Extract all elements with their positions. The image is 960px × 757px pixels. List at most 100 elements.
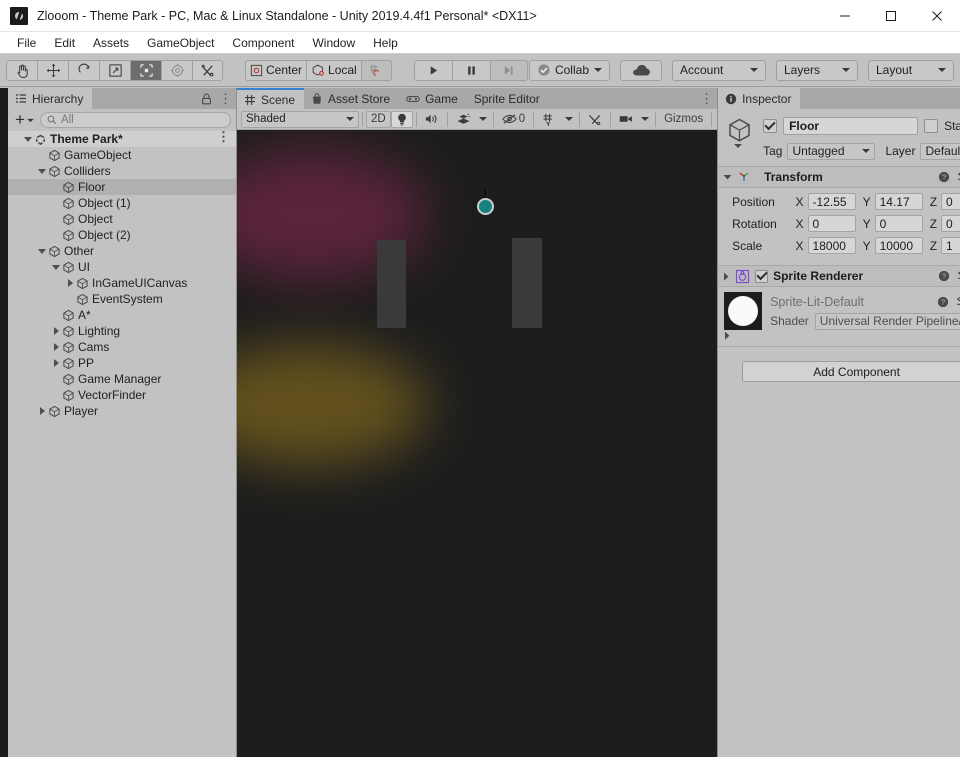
- transform-component-header[interactable]: Transform ? ⋮: [718, 166, 960, 188]
- step-button[interactable]: [489, 59, 528, 81]
- tab-asset-store[interactable]: Asset Store: [304, 88, 400, 109]
- hierarchy-search-input[interactable]: All: [39, 112, 231, 128]
- hierarchy-item[interactable]: Object (2): [8, 227, 236, 243]
- field-y[interactable]: 14.17: [874, 193, 923, 210]
- hierarchy-item[interactable]: GameObject: [8, 147, 236, 163]
- layout-button[interactable]: Layout: [868, 59, 954, 81]
- field-z[interactable]: 1: [941, 237, 960, 254]
- add-component-button[interactable]: Add Component: [742, 361, 960, 382]
- kebab-menu-icon[interactable]: ⋮: [217, 131, 230, 143]
- lock-icon[interactable]: [201, 93, 212, 105]
- hierarchy-item[interactable]: Object: [8, 211, 236, 227]
- preset-icon[interactable]: [956, 296, 960, 308]
- kebab-menu-icon[interactable]: ⋮: [700, 92, 713, 105]
- maximize-icon[interactable]: [868, 0, 914, 32]
- hierarchy-item[interactable]: Cams: [8, 339, 236, 355]
- scene-visibility-button[interactable]: 0: [497, 111, 530, 128]
- hierarchy-item[interactable]: Other: [8, 243, 236, 259]
- twisty[interactable]: [22, 136, 34, 142]
- menu-component[interactable]: Component: [223, 33, 303, 53]
- gameobject-name-input[interactable]: Floor: [783, 117, 919, 135]
- hierarchy-item[interactable]: PP: [8, 355, 236, 371]
- hierarchy-item[interactable]: InGameUICanvas: [8, 275, 236, 291]
- hierarchy-item[interactable]: Theme Park* ⋮: [8, 131, 236, 147]
- hierarchy-item[interactable]: Lighting: [8, 323, 236, 339]
- sprite-renderer-component-header[interactable]: Sprite Renderer ? ⋮: [718, 265, 960, 287]
- static-checkbox[interactable]: [924, 119, 939, 133]
- minimize-icon[interactable]: [822, 0, 868, 32]
- help-icon[interactable]: ?: [938, 171, 950, 183]
- twisty[interactable]: [50, 264, 62, 270]
- gizmos-button[interactable]: Gizmos: [659, 111, 708, 128]
- hierarchy-item[interactable]: Player: [8, 403, 236, 419]
- rotation-mode-button[interactable]: Local: [306, 59, 361, 81]
- field-x[interactable]: 18000: [807, 237, 856, 254]
- wall-left[interactable]: [377, 240, 406, 328]
- tab-inspector[interactable]: Inspector: [718, 88, 801, 109]
- field-y[interactable]: 10000: [874, 237, 923, 254]
- hierarchy-item[interactable]: A*: [8, 307, 236, 323]
- twisty[interactable]: [36, 248, 48, 254]
- menu-gameobject[interactable]: GameObject: [138, 33, 223, 53]
- field-x[interactable]: 0: [807, 215, 856, 232]
- gameobject-enabled-checkbox[interactable]: [763, 119, 778, 133]
- tab-game[interactable]: Game: [399, 88, 467, 109]
- pivot-mode-button[interactable]: Center: [245, 59, 307, 81]
- move-tool-button[interactable]: [37, 59, 68, 81]
- twisty[interactable]: [36, 168, 48, 174]
- hierarchy-item[interactable]: Object (1): [8, 195, 236, 211]
- chevron-right-icon[interactable]: [724, 331, 731, 340]
- field-z[interactable]: 0: [941, 215, 960, 232]
- wall-right[interactable]: [512, 238, 542, 328]
- rotate-tool-button[interactable]: [68, 59, 99, 81]
- scale-tool-button[interactable]: [99, 59, 130, 81]
- field-y[interactable]: 0: [874, 215, 923, 232]
- grid-snap-button[interactable]: [360, 59, 392, 81]
- close-icon[interactable]: [914, 0, 960, 32]
- play-button[interactable]: [413, 59, 452, 81]
- rect-transform-tool-button[interactable]: [130, 59, 161, 81]
- scene-effects-dropdown[interactable]: [476, 111, 490, 128]
- help-icon[interactable]: ?: [938, 270, 950, 282]
- kebab-menu-icon[interactable]: ⋮: [219, 92, 232, 105]
- hierarchy-item-selected[interactable]: Floor: [8, 179, 236, 195]
- hierarchy-item[interactable]: Colliders: [8, 163, 236, 179]
- tab-scene[interactable]: Scene: [237, 88, 305, 109]
- scene-camera-dropdown[interactable]: [638, 111, 652, 128]
- toggle-audio-button[interactable]: [420, 111, 444, 128]
- hierarchy-item[interactable]: VectorFinder: [8, 387, 236, 403]
- twisty[interactable]: [36, 407, 48, 415]
- hierarchy-tree[interactable]: Theme Park* ⋮ GameObject Colliders Floor Obje…: [8, 131, 236, 757]
- scene-grid-button[interactable]: [537, 111, 562, 128]
- menu-help[interactable]: Help: [364, 33, 407, 53]
- menu-window[interactable]: Window: [303, 33, 364, 53]
- toggle-2d-button[interactable]: 2D: [366, 110, 391, 128]
- twisty[interactable]: [50, 343, 62, 351]
- custom-editor-tool-button[interactable]: [192, 59, 223, 81]
- field-z[interactable]: 0: [941, 193, 960, 210]
- sprite-renderer-enabled-checkbox[interactable]: [755, 269, 769, 283]
- layer-dropdown[interactable]: Default: [920, 142, 960, 160]
- menu-edit[interactable]: Edit: [45, 33, 84, 53]
- chevron-down-icon[interactable]: [723, 174, 732, 181]
- transform-tool-button[interactable]: [161, 59, 192, 81]
- scene-grid-dropdown[interactable]: [562, 111, 576, 128]
- hierarchy-item[interactable]: EventSystem: [8, 291, 236, 307]
- account-button[interactable]: Account: [672, 59, 766, 81]
- tab-sprite-editor[interactable]: Sprite Editor: [466, 88, 549, 109]
- menu-assets[interactable]: Assets: [84, 33, 138, 53]
- field-x[interactable]: -12.55: [807, 193, 856, 210]
- cloud-services-button[interactable]: [620, 59, 662, 81]
- scene-viewport[interactable]: [237, 130, 718, 757]
- create-gameobject-button[interactable]: +: [13, 111, 36, 128]
- hand-tool-button[interactable]: [6, 59, 37, 81]
- collab-button[interactable]: Collab: [528, 59, 610, 81]
- help-icon[interactable]: ?: [937, 296, 949, 308]
- toggle-lighting-button[interactable]: [390, 110, 413, 128]
- chevron-right-icon[interactable]: [723, 272, 730, 281]
- tab-hierarchy[interactable]: Hierarchy: [8, 88, 93, 109]
- scene-tools-button[interactable]: [583, 111, 607, 128]
- twisty[interactable]: [64, 279, 76, 287]
- shader-dropdown[interactable]: Universal Render Pipeline/: [814, 312, 960, 330]
- scene-camera-button[interactable]: [614, 111, 638, 128]
